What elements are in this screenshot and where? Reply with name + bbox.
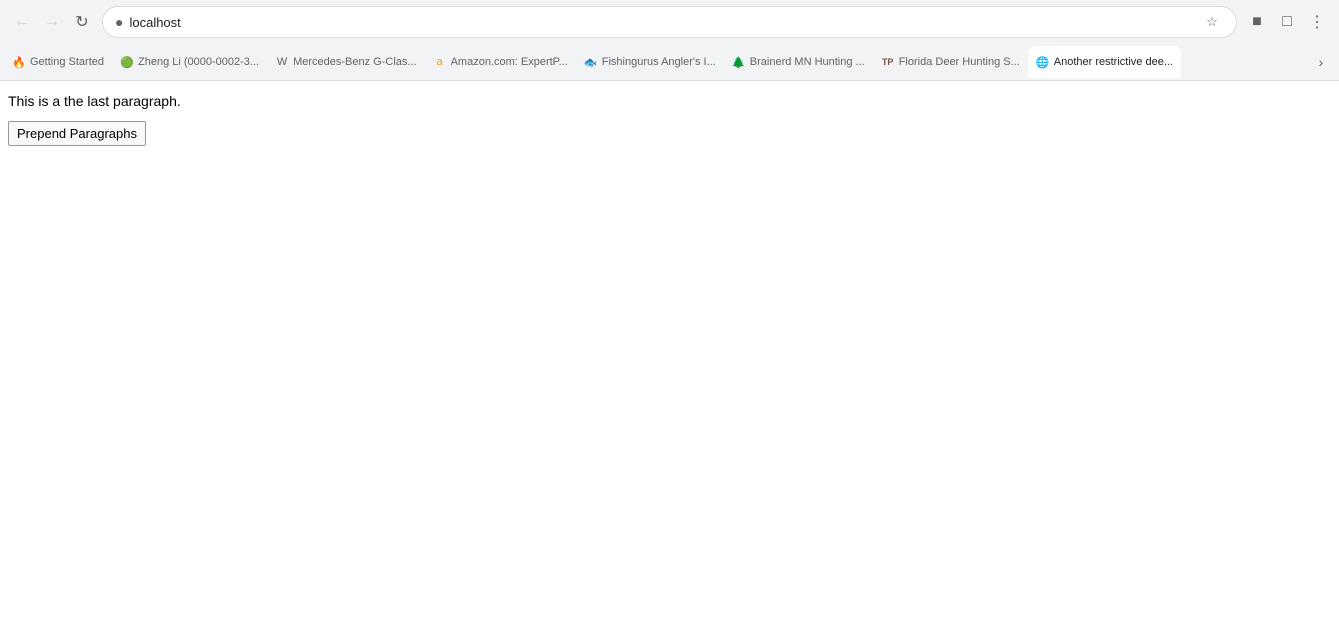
tab-brainerd-label: Brainerd MN Hunting ... bbox=[750, 56, 865, 68]
address-bar-container[interactable]: ● localhost ☆ bbox=[102, 6, 1237, 38]
tab-another[interactable]: 🌐 Another restrictive dee... bbox=[1028, 46, 1181, 78]
prepend-paragraphs-button[interactable]: Prepend Paragraphs bbox=[8, 121, 146, 146]
tab-amazon[interactable]: a Amazon.com: ExpertP... bbox=[425, 46, 576, 78]
back-button[interactable]: ← bbox=[8, 8, 36, 36]
tab-mercedes-label: Mercedes-Benz G-Clas... bbox=[293, 56, 416, 68]
tab-florida-deer-label: Florida Deer Hunting S... bbox=[899, 56, 1020, 68]
tab-another-favicon: 🌐 bbox=[1036, 55, 1050, 69]
address-text: localhost bbox=[129, 15, 1194, 30]
tab-florida-deer-favicon: TP bbox=[881, 55, 895, 69]
tab-getting-started[interactable]: 🔥 Getting Started bbox=[4, 46, 112, 78]
security-icon: ● bbox=[115, 14, 123, 30]
tab-getting-started-favicon: 🔥 bbox=[12, 55, 26, 69]
top-bar: ← → ↻ ● localhost ☆ ■ □ ⋮ bbox=[0, 0, 1339, 44]
tab-amazon-label: Amazon.com: ExpertP... bbox=[451, 56, 568, 68]
tab-brainerd[interactable]: 🌲 Brainerd MN Hunting ... bbox=[724, 46, 873, 78]
tab-mercedes-favicon: W bbox=[275, 55, 289, 69]
tab-mercedes[interactable]: W Mercedes-Benz G-Clas... bbox=[267, 46, 424, 78]
extensions-icon[interactable]: □ bbox=[1273, 8, 1301, 36]
browser-actions: ■ □ ⋮ bbox=[1243, 8, 1331, 36]
tab-getting-started-label: Getting Started bbox=[30, 56, 104, 68]
scroll-tabs-right-button[interactable]: › bbox=[1307, 48, 1335, 76]
tab-fishingurus-label: Fishingurus Angler's I... bbox=[602, 56, 716, 68]
tab-florida-deer[interactable]: TP Florida Deer Hunting S... bbox=[873, 46, 1028, 78]
tab-brainerd-favicon: 🌲 bbox=[732, 55, 746, 69]
tabs-bar: 🔥 Getting Started 🟢 Zheng Li (0000-0002-3..… bbox=[0, 44, 1339, 80]
tab-zheng-li-favicon: 🟢 bbox=[120, 55, 134, 69]
tab-amazon-favicon: a bbox=[433, 55, 447, 69]
page-content: This is a the last paragraph. Prepend Pa… bbox=[0, 81, 1339, 631]
bookmark-icon[interactable]: ☆ bbox=[1200, 10, 1224, 34]
address-actions: ☆ bbox=[1200, 10, 1224, 34]
browser-chrome: ← → ↻ ● localhost ☆ ■ □ ⋮ 🔥 Getting Start… bbox=[0, 0, 1339, 81]
nav-buttons: ← → ↻ bbox=[8, 8, 96, 36]
menu-button[interactable]: ⋮ bbox=[1303, 8, 1331, 36]
tab-fishingurus-favicon: 🐟 bbox=[584, 55, 598, 69]
reload-button[interactable]: ↻ bbox=[68, 8, 96, 36]
tab-another-label: Another restrictive dee... bbox=[1054, 56, 1173, 68]
last-paragraph: This is a the last paragraph. bbox=[8, 93, 1331, 109]
tab-zheng-li-label: Zheng Li (0000-0002-3... bbox=[138, 56, 259, 68]
tab-zheng-li[interactable]: 🟢 Zheng Li (0000-0002-3... bbox=[112, 46, 267, 78]
tab-fishingurus[interactable]: 🐟 Fishingurus Angler's I... bbox=[576, 46, 724, 78]
forward-button[interactable]: → bbox=[38, 8, 66, 36]
firefox-account-icon[interactable]: ■ bbox=[1243, 8, 1271, 36]
